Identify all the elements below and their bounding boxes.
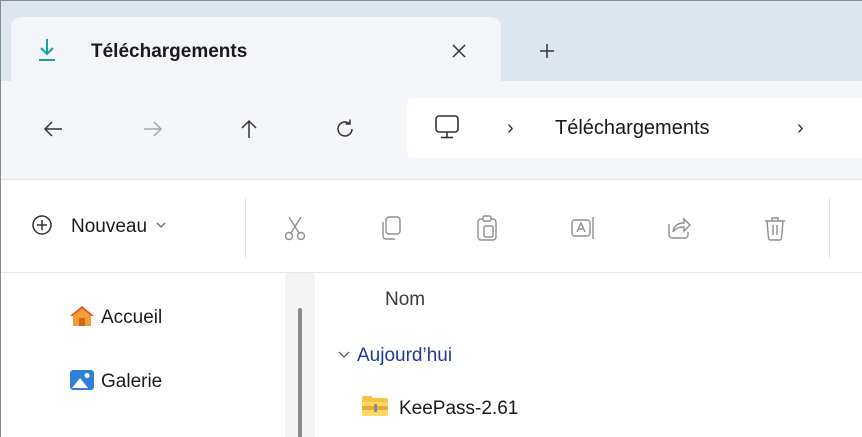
arrow-up-icon[interactable] <box>231 111 267 147</box>
sidebar-item-home[interactable]: Accueil <box>69 303 162 333</box>
file-list: Nom Aujourd’hui KeePass-2.61 <box>317 273 862 437</box>
paste-icon[interactable] <box>471 212 503 244</box>
delete-icon[interactable] <box>759 212 791 244</box>
file-explorer-window: Téléchargements › Téléchargements › Nouv… <box>0 0 862 437</box>
new-button[interactable]: Nouveau <box>31 210 167 244</box>
refresh-icon[interactable] <box>327 111 363 147</box>
group-label: Aujourd’hui <box>357 345 453 366</box>
breadcrumb-separator[interactable]: › <box>507 117 514 140</box>
navigation-pane: Accueil Galerie <box>1 273 315 437</box>
tab-downloads[interactable]: Téléchargements <box>11 17 501 83</box>
copy-icon[interactable] <box>375 212 407 244</box>
home-icon <box>69 304 95 333</box>
chevron-down-icon <box>155 218 167 236</box>
command-bar: Nouveau <box>1 179 862 273</box>
share-icon[interactable] <box>663 212 695 244</box>
address-bar[interactable]: › Téléchargements › <box>407 98 862 158</box>
column-header-name[interactable]: Nom <box>385 289 425 311</box>
tab-title: Téléchargements <box>91 41 248 62</box>
group-header-today[interactable]: Aujourd’hui <box>337 345 452 367</box>
rename-icon[interactable] <box>567 212 599 244</box>
arrow-left-icon[interactable] <box>35 111 71 147</box>
sidebar-item-label: Accueil <box>101 307 163 328</box>
toolbar-divider <box>245 198 246 258</box>
sidebar-item-label: Galerie <box>101 371 163 392</box>
breadcrumb-downloads[interactable]: Téléchargements <box>555 117 710 140</box>
cut-icon[interactable] <box>279 212 311 244</box>
add-circle-icon <box>31 214 53 241</box>
list-item[interactable]: KeePass-2.61 <box>361 395 518 422</box>
file-name: KeePass-2.61 <box>399 397 519 419</box>
tab-strip: Téléchargements <box>1 1 862 83</box>
close-icon[interactable] <box>443 35 475 67</box>
computer-icon <box>433 113 461 141</box>
gallery-icon <box>69 368 95 397</box>
sidebar-scrollbar-thumb[interactable] <box>298 308 302 437</box>
chevron-down-icon <box>337 347 351 366</box>
download-icon <box>37 37 57 63</box>
new-button-label: Nouveau <box>71 216 148 237</box>
breadcrumb-separator[interactable]: › <box>797 117 804 140</box>
navigation-bar: › Téléchargements › <box>1 81 862 179</box>
plus-icon <box>540 44 554 58</box>
zip-folder-icon <box>361 395 389 422</box>
sidebar-item-gallery[interactable]: Galerie <box>69 367 162 397</box>
toolbar-divider <box>829 198 830 258</box>
new-tab-button[interactable] <box>531 35 563 67</box>
arrow-right-icon[interactable] <box>135 111 171 147</box>
